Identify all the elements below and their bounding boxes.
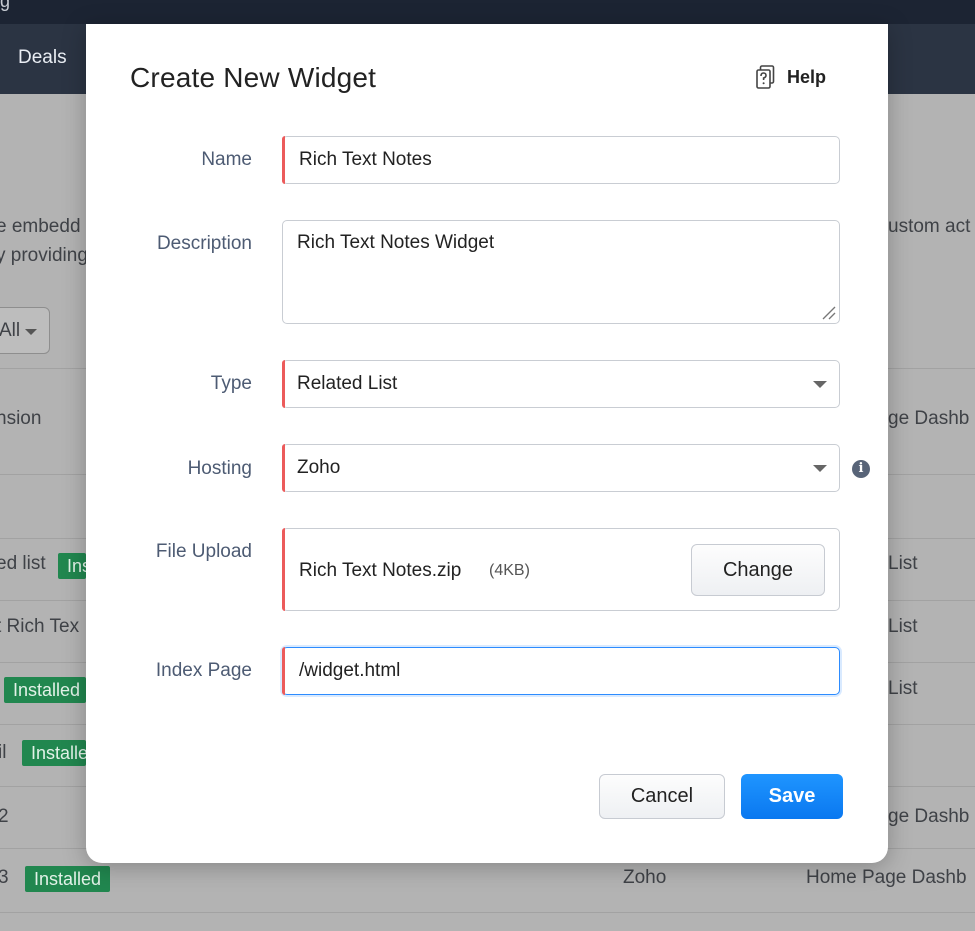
table-row-cell: il — [0, 742, 7, 763]
help-link[interactable]: Help — [756, 64, 826, 90]
top-strip-text: g — [0, 0, 11, 11]
file-size: (4KB) — [489, 562, 530, 579]
help-label: Help — [787, 66, 827, 87]
description-value: Rich Text Notes Widget — [297, 232, 495, 253]
table-row-cell: 2 — [0, 806, 9, 827]
name-value: Rich Text Notes — [299, 149, 432, 170]
index-page-value: /widget.html — [299, 660, 401, 681]
nav-item-deals[interactable]: Deals — [18, 47, 67, 69]
info-icon[interactable]: i — [852, 460, 870, 478]
table-row-cell: List — [888, 553, 918, 574]
file-upload-label: File Upload — [155, 541, 252, 562]
create-widget-modal: Create New Widget Help Name Rich Text No… — [86, 24, 888, 863]
type-dropdown[interactable]: Related List — [282, 360, 840, 408]
file-name: Rich Text Notes.zip — [299, 560, 462, 581]
table-row-cell: ge Dashb — [888, 806, 970, 827]
description-field[interactable]: Rich Text Notes Widget — [282, 220, 840, 324]
table-row-cell: Home Page Dashb — [806, 867, 967, 888]
table-row-cell: List — [888, 616, 918, 637]
file-upload-field: Rich Text Notes.zip (4KB) Change — [282, 528, 840, 611]
hosting-label: Hosting — [187, 458, 252, 479]
status-badge: Installed — [22, 740, 86, 766]
hosting-value: Zoho — [297, 457, 341, 478]
table-row-cell: ed list — [0, 553, 46, 574]
table-row-cell: List — [888, 678, 918, 699]
table-row-cell: ge Dashb — [888, 408, 970, 429]
index-page-label: Index Page — [155, 660, 252, 681]
status-badge: Installed — [25, 866, 111, 892]
table-row-cell: 3 — [0, 867, 9, 888]
chevron-down-icon — [25, 329, 37, 335]
resize-handle-icon[interactable] — [820, 304, 836, 320]
filter-value: All — [0, 320, 21, 341]
hosting-dropdown[interactable]: Zoho — [282, 444, 840, 492]
intro-text-right: ustom act — [888, 216, 971, 237]
intro-text-line-1: e embedd — [0, 216, 81, 237]
save-button[interactable]: Save — [741, 774, 843, 819]
type-value: Related List — [297, 373, 398, 394]
index-page-input[interactable]: /widget.html — [282, 647, 840, 695]
help-document-icon — [756, 65, 775, 89]
cancel-button[interactable]: Cancel — [599, 774, 725, 819]
name-field[interactable]: Rich Text Notes — [282, 136, 840, 184]
table-row-cell: Zoho — [623, 867, 667, 888]
name-label: Name — [201, 149, 252, 170]
description-label: Description — [156, 233, 252, 254]
status-badge: Installed — [58, 553, 86, 579]
modal-title: Create New Widget — [130, 62, 377, 93]
chevron-down-icon — [813, 465, 827, 472]
chevron-down-icon — [813, 381, 827, 388]
status-badge: Installed — [4, 677, 86, 703]
table-row-cell: nsion — [0, 408, 42, 429]
intro-text-line-2: y providing — [0, 245, 88, 266]
type-label: Type — [210, 373, 252, 394]
change-file-button[interactable]: Change — [691, 544, 825, 596]
table-divider — [0, 912, 975, 913]
table-row-cell: t Rich Tex — [0, 616, 80, 637]
top-strip: g — [0, 0, 975, 24]
filter-dropdown[interactable]: All — [0, 307, 50, 354]
